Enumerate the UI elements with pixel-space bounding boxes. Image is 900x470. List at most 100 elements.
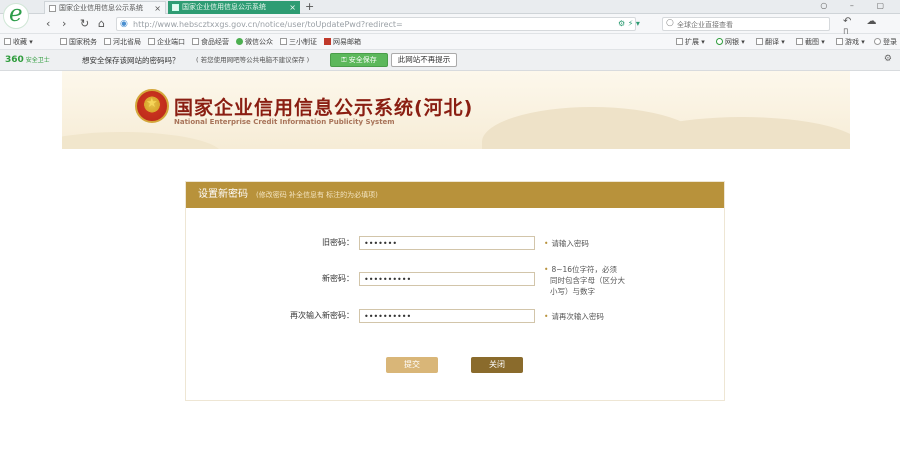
brand-sub: 安全卫士 [25,57,50,64]
bookmark-item[interactable]: 食品经营 [192,36,229,48]
toolbar-screenshot[interactable]: 截图 ▾ [796,36,825,48]
browser-logo-glyph: e [9,1,23,27]
search-icon: ○ [666,18,674,28]
bookmark-item[interactable]: 企业端口 [148,36,185,48]
old-password-label: 旧密码： [322,238,354,247]
toolbar-bank[interactable]: 网银 ▾ [716,36,745,48]
hint-line: 同时包含字母（区分大 [550,276,625,285]
national-emblem-icon: ★ [135,89,169,123]
new-password-input[interactable] [359,272,535,286]
old-password-input[interactable] [359,236,535,250]
scissors-icon [796,38,803,45]
bookmark-label: 河北省局 [113,38,141,46]
new-password-label: 新密码： [322,274,354,283]
hint-bullet: • [544,312,549,321]
tab-close-icon[interactable]: × [154,2,161,14]
tab-close-icon[interactable]: × [289,1,296,14]
home-button[interactable]: ⌂ [98,17,105,31]
bookmarks-bar: 收藏 ▾ 国家税务 河北省局 企业端口 食品经营 微信公众 三小制证 网易邮箱 … [0,34,900,50]
bookmark-item[interactable]: 微信公众 [236,36,273,48]
bookmark-label: 食品经营 [201,38,229,46]
new-tab-button[interactable]: + [305,0,314,14]
toolbar-games[interactable]: 游戏 ▾ [836,36,865,48]
panel-header: 设置新密码 (修改密码 补全信息有 标注的为必填项) [186,182,724,208]
tab-label: 国家企业信用信息公示系统 [59,4,143,12]
window-controls[interactable]: ○ – ▢ [820,1,894,10]
confirm-password-input[interactable] [359,309,535,323]
hint-bullet: • [544,265,549,274]
wechat-icon [236,38,243,45]
bookmark-item[interactable]: 河北省局 [104,36,141,48]
bookmark-label: 网易邮箱 [333,38,361,46]
bookmark-icon [280,38,287,45]
tab-credit-system-active[interactable]: 国家企业信用信息公示系统 × [168,1,300,14]
refresh-button[interactable]: ↻ [80,17,89,31]
toolbar-label: 网银 ▾ [725,38,745,46]
hint-line: 8~16位字符，必须 [551,265,618,274]
hint-text: 请再次输入密码 [551,312,604,321]
bookmark-item[interactable]: 国家税务 [60,36,97,48]
toolbar-label: 截图 ▾ [805,38,825,46]
set-password-panel: 设置新密码 (修改密码 补全信息有 标注的为必填项) 旧密码： •请输入密码 新… [185,181,725,401]
browser-logo-icon[interactable]: e [3,1,29,29]
bookmark-item[interactable]: 网易邮箱 [324,36,361,48]
old-password-hint: • 请输入密码 [544,238,589,249]
translate-icon [756,38,763,45]
emblem-star-icon: ★ [146,96,158,111]
toolbar-label: 登录 [883,38,897,46]
security-brand-logo: 360 安全卫士 [5,54,50,67]
hint-bullet: • [544,239,549,248]
never-for-site-button[interactable]: 此网站不再提示 [391,53,457,67]
save-password-question: 想安全保存该网站的密码吗？ [82,56,180,65]
bookmark-icon [192,38,199,45]
password-save-bar: 360 安全卫士 想安全保存该网站的密码吗？ ( 若您使用网吧等公共电脑不建议保存… [0,50,900,71]
site-banner: ★ 国家企业信用信息公示系统(河北) National Enterprise C… [62,71,850,149]
user-icon [874,38,881,45]
panel-title: 设置新密码 [198,189,248,200]
search-box[interactable]: ○ [662,17,830,31]
page-footer-space [0,430,900,470]
new-password-hint: • 8~16位字符，必须 同时包含字母（区分大 小写）与数字 [544,264,625,297]
key-icon: ⚿ [341,56,349,64]
submit-button[interactable]: 提交 [386,357,438,373]
search-input[interactable] [677,19,827,30]
toolbar-extensions[interactable]: 扩展 ▾ [676,36,705,48]
url-field[interactable]: ◉ http://www.hebscztxxgs.gov.cn/notice/u… [116,17,636,31]
forward-button[interactable]: › [62,17,66,31]
bookmark-icon [4,38,11,45]
bookmark-label: 国家税务 [69,38,97,46]
toolbar-login[interactable]: 登录 [874,36,897,48]
page-icon [49,5,56,12]
toolbar-label: 游戏 ▾ [845,38,865,46]
toolbar-label: 扩展 ▾ [685,38,705,46]
confirm-password-hint: • 请再次输入密码 [544,311,604,322]
brand-number: 360 [5,55,24,65]
back-button[interactable]: ‹ [46,17,50,31]
safe-save-label: 安全保存 [348,56,377,64]
page-icon [172,4,179,11]
url-text[interactable]: http://www.hebscztxxgs.gov.cn/notice/use… [133,19,403,30]
toolbar-label: 翻译 ▾ [765,38,785,46]
tab-label: 国家企业信用信息公示系统 [182,3,266,11]
confirm-password-label: 再次输入新密码： [290,311,354,320]
game-icon [836,38,843,45]
mail-icon [324,38,331,45]
toolbar-translate[interactable]: 翻译 ▾ [756,36,785,48]
url-tools-icons[interactable]: ⚙ ⚡ ▾ [618,17,640,31]
bookmark-item[interactable]: 三小制证 [280,36,317,48]
bookmark-icon [60,38,67,45]
tab-credit-system[interactable]: 国家企业信用信息公示系统 × [44,1,166,14]
bank-icon [716,38,723,45]
bookmark-label: 收藏 ▾ [13,38,33,46]
settings-gear-icon[interactable]: ⚙ [884,54,892,64]
close-button[interactable]: 关闭 [471,357,523,373]
save-password-note: ( 若您使用网吧等公共电脑不建议保存 ) [196,56,310,64]
bookmark-icon [104,38,111,45]
safe-save-button[interactable]: ⚿ 安全保存 [330,53,388,67]
bookmark-item[interactable]: 收藏 ▾ [4,36,33,48]
address-bar-row: ‹ › ↻ ⌂ ◉ http://www.hebscztxxgs.gov.cn/… [0,14,900,38]
hint-line: 小写）与数字 [550,287,595,296]
bookmark-label: 三小制证 [289,38,317,46]
extensions-icon [676,38,683,45]
globe-icon: ◉ [120,19,128,29]
